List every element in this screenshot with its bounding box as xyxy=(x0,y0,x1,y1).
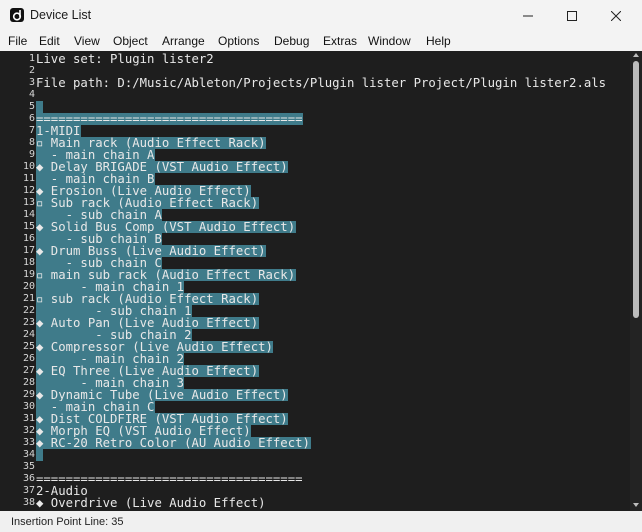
line-number: 6 xyxy=(28,113,35,124)
menu-options[interactable]: Options xyxy=(218,34,259,48)
line-number-gutter: 1 2 3 4 5 6 7 8 9 10 11 12 13 14 15 16 17 18 19 20 21 22 23 24 2… xyxy=(0,51,35,511)
line-number: 27 xyxy=(22,365,35,376)
vertical-scrollbar[interactable] xyxy=(630,51,642,511)
line-number: 17 xyxy=(22,245,35,256)
line-number: 38 xyxy=(22,497,35,508)
text-line: Live set: Plugin lister2 xyxy=(36,52,214,66)
status-bar: Insertion Point Line: 35 xyxy=(0,511,642,532)
menu-edit[interactable]: Edit xyxy=(39,34,60,48)
line-number: 11 xyxy=(22,173,35,184)
line-number: 23 xyxy=(22,317,35,328)
line-number: 9 xyxy=(28,149,35,160)
line-number: 1 xyxy=(28,53,35,64)
menu-window[interactable]: Window xyxy=(368,34,411,48)
line-number: 34 xyxy=(22,449,35,460)
line-number: 22 xyxy=(22,305,35,316)
line-number: 13 xyxy=(22,197,35,208)
text-editor[interactable]: 1 2 3 4 5 6 7 8 9 10 11 12 13 14 15 16 17 18 19 20 21 22 23 24 2… xyxy=(0,51,630,511)
window-title: Device List xyxy=(30,8,92,22)
text-line: ◆ Overdrive (Live Audio Effect) xyxy=(36,496,266,510)
minimize-icon[interactable] xyxy=(508,0,548,31)
line-number: 18 xyxy=(22,257,35,268)
status-text: Insertion Point Line: 35 xyxy=(11,516,124,528)
line-number: 24 xyxy=(22,329,35,340)
menu-file[interactable]: File xyxy=(8,34,27,48)
scroll-down-icon[interactable] xyxy=(633,503,639,507)
line-number: 15 xyxy=(22,221,35,232)
line-number: 26 xyxy=(22,353,35,364)
scroll-up-icon[interactable] xyxy=(633,53,639,57)
line-number: 35 xyxy=(22,461,35,472)
title-bar: Device List xyxy=(0,0,642,31)
line-number: 12 xyxy=(22,185,35,196)
line-number: 4 xyxy=(28,89,35,100)
line-number: 19 xyxy=(22,269,35,280)
menu-extras[interactable]: Extras xyxy=(323,34,357,48)
line-number: 33 xyxy=(22,437,35,448)
line-number: 21 xyxy=(22,293,35,304)
line-number: 30 xyxy=(22,401,35,412)
app-logo-icon xyxy=(10,8,24,22)
selection-highlight xyxy=(36,449,44,461)
line-number: 25 xyxy=(22,341,35,352)
menu-arrange[interactable]: Arrange xyxy=(162,34,205,48)
line-number: 20 xyxy=(22,281,35,292)
app-window: Device List File Edit View Object Arrang… xyxy=(0,0,642,532)
text-line: File path: D:/Music/Ableton/Projects/Plu… xyxy=(36,76,607,90)
line-number: 28 xyxy=(22,377,35,388)
line-number: 32 xyxy=(22,425,35,436)
menu-help[interactable]: Help xyxy=(426,34,451,48)
line-number: 5 xyxy=(28,101,35,112)
scrollbar-thumb[interactable] xyxy=(633,61,639,318)
line-number: 2 xyxy=(28,65,35,76)
line-number: 29 xyxy=(22,389,35,400)
menu-bar: File Edit View Object Arrange Options De… xyxy=(0,31,642,51)
text-line: ◆ RC-20 Retro Color (AU Audio Effect) xyxy=(36,436,310,450)
line-number: 10 xyxy=(22,161,35,172)
line-number: 16 xyxy=(22,233,35,244)
line-number: 36 xyxy=(22,473,35,484)
menu-view[interactable]: View xyxy=(74,34,100,48)
menu-object[interactable]: Object xyxy=(113,34,148,48)
line-number: 37 xyxy=(22,485,35,496)
close-icon[interactable] xyxy=(596,0,636,31)
menu-debug[interactable]: Debug xyxy=(274,34,309,48)
line-number: 8 xyxy=(28,137,35,148)
maximize-icon[interactable] xyxy=(552,0,592,31)
line-number: 3 xyxy=(28,77,35,88)
line-number: 31 xyxy=(22,413,35,424)
line-number: 7 xyxy=(28,125,35,136)
line-number: 14 xyxy=(22,209,35,220)
